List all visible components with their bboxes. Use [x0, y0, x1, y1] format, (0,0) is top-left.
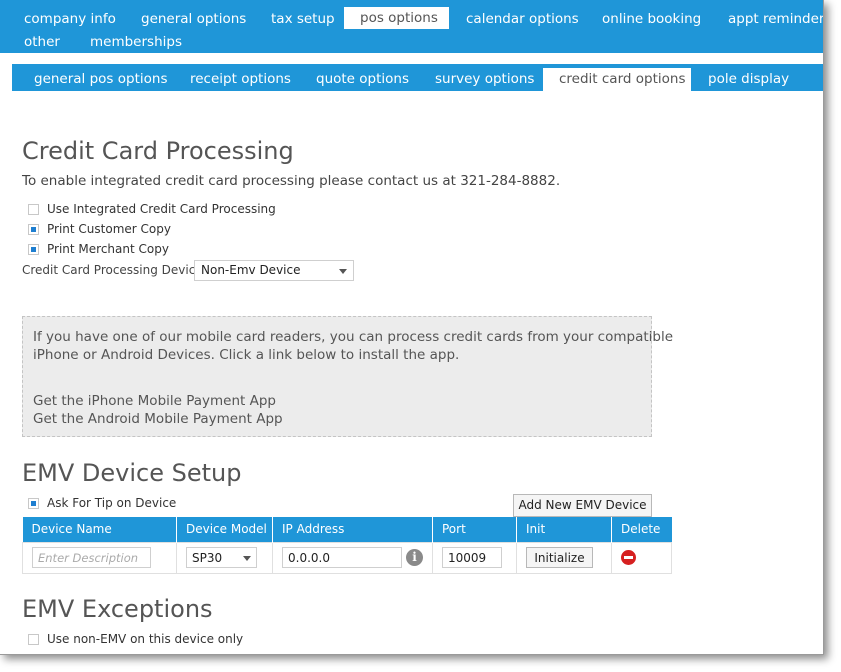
port-input[interactable]: 10009	[442, 547, 502, 568]
contact-text: To enable integrated credit card process…	[22, 173, 561, 189]
settings-window: company info general options tax setup p…	[0, 0, 824, 655]
tab-general-options[interactable]: general options	[141, 8, 246, 30]
print-merchant-copy-label: Print Merchant Copy	[47, 242, 169, 256]
device-model-cell: SP30	[176, 541, 273, 574]
mobile-app-info-box: If you have one of our mobile card reade…	[22, 316, 673, 437]
device-name-input[interactable]: Enter Description	[32, 547, 151, 568]
column-delete: Delete	[611, 517, 672, 542]
column-ip-address: IP Address	[272, 517, 433, 542]
tab-memberships[interactable]: memberships	[90, 31, 182, 53]
sub-nav: general pos options receipt options quot…	[12, 64, 823, 91]
print-customer-copy-label: Print Customer Copy	[47, 222, 171, 236]
emv-exceptions-heading: EMV Exceptions	[22, 595, 213, 623]
column-device-model: Device Model	[176, 517, 273, 542]
table-header-row: Device Name Device Model IP Address Port…	[22, 517, 672, 542]
use-non-emv-label: Use non-EMV on this device only	[47, 632, 244, 646]
column-port: Port	[432, 517, 517, 542]
tab-online-booking[interactable]: online booking	[602, 8, 701, 30]
device-model-value: SP30	[192, 551, 223, 565]
ip-address-cell: 0.0.0.0 i	[272, 541, 433, 574]
use-integrated-cc-checkbox[interactable]	[28, 204, 39, 215]
credit-card-processing-heading: Credit Card Processing	[22, 137, 294, 165]
emv-device-setup-heading: EMV Device Setup	[22, 459, 242, 487]
device-select-value: Non-Emv Device	[201, 263, 301, 277]
init-cell: Initialize	[516, 541, 612, 574]
tab-other[interactable]: other	[24, 31, 60, 53]
chevron-down-icon	[243, 556, 251, 561]
subtab-survey-options[interactable]: survey options	[435, 68, 534, 91]
info-icon[interactable]: i	[406, 549, 423, 566]
chevron-down-icon	[339, 268, 347, 274]
device-select[interactable]: Non-Emv Device	[194, 260, 354, 281]
print-customer-copy-checkbox[interactable]	[28, 224, 39, 235]
print-merchant-copy-checkbox[interactable]	[28, 244, 39, 255]
tab-calendar-options[interactable]: calendar options	[466, 8, 579, 30]
tab-pos-options[interactable]: pos options	[344, 7, 449, 29]
column-init: Init	[516, 517, 612, 542]
mobile-info-line-1: If you have one of our mobile card reade…	[33, 329, 674, 345]
android-app-link[interactable]: Get the Android Mobile Payment App	[33, 411, 283, 427]
subtab-credit-card-options[interactable]: credit card options	[543, 68, 691, 91]
port-cell: 10009	[432, 541, 517, 574]
iphone-app-link[interactable]: Get the iPhone Mobile Payment App	[33, 393, 276, 409]
tab-tax-setup[interactable]: tax setup	[271, 8, 335, 30]
use-integrated-cc-label: Use Integrated Credit Card Processing	[47, 202, 276, 216]
emv-device-table: Device Name Device Model IP Address Port…	[22, 517, 672, 574]
ip-address-input[interactable]: 0.0.0.0	[282, 547, 402, 568]
mobile-info-line-2: iPhone or Android Devices. Click a link …	[33, 347, 460, 363]
device-model-select[interactable]: SP30	[186, 547, 257, 568]
table-row: Enter Description SP30 0.0.0.0 i 10009 In…	[22, 541, 672, 574]
device-name-cell: Enter Description	[22, 541, 177, 574]
ask-for-tip-checkbox[interactable]	[28, 498, 39, 509]
delete-cell	[611, 541, 672, 574]
tab-appt-reminder[interactable]: appt reminder	[728, 8, 823, 30]
delete-icon[interactable]	[621, 550, 636, 565]
add-new-emv-device-button[interactable]: Add New EMV Device	[513, 494, 652, 517]
subtab-general-pos-options[interactable]: general pos options	[34, 68, 167, 91]
tab-company-info[interactable]: company info	[24, 8, 116, 30]
initialize-button[interactable]: Initialize	[526, 547, 593, 568]
subtab-receipt-options[interactable]: receipt options	[190, 68, 291, 91]
column-device-name: Device Name	[22, 517, 177, 542]
top-nav: company info general options tax setup p…	[0, 0, 823, 53]
subtab-quote-options[interactable]: quote options	[316, 68, 409, 91]
subtab-pole-display[interactable]: pole display	[708, 68, 789, 91]
use-non-emv-checkbox[interactable]	[28, 634, 39, 645]
ask-for-tip-label: Ask For Tip on Device	[47, 496, 177, 510]
device-label: Credit Card Processing Device	[22, 263, 203, 277]
